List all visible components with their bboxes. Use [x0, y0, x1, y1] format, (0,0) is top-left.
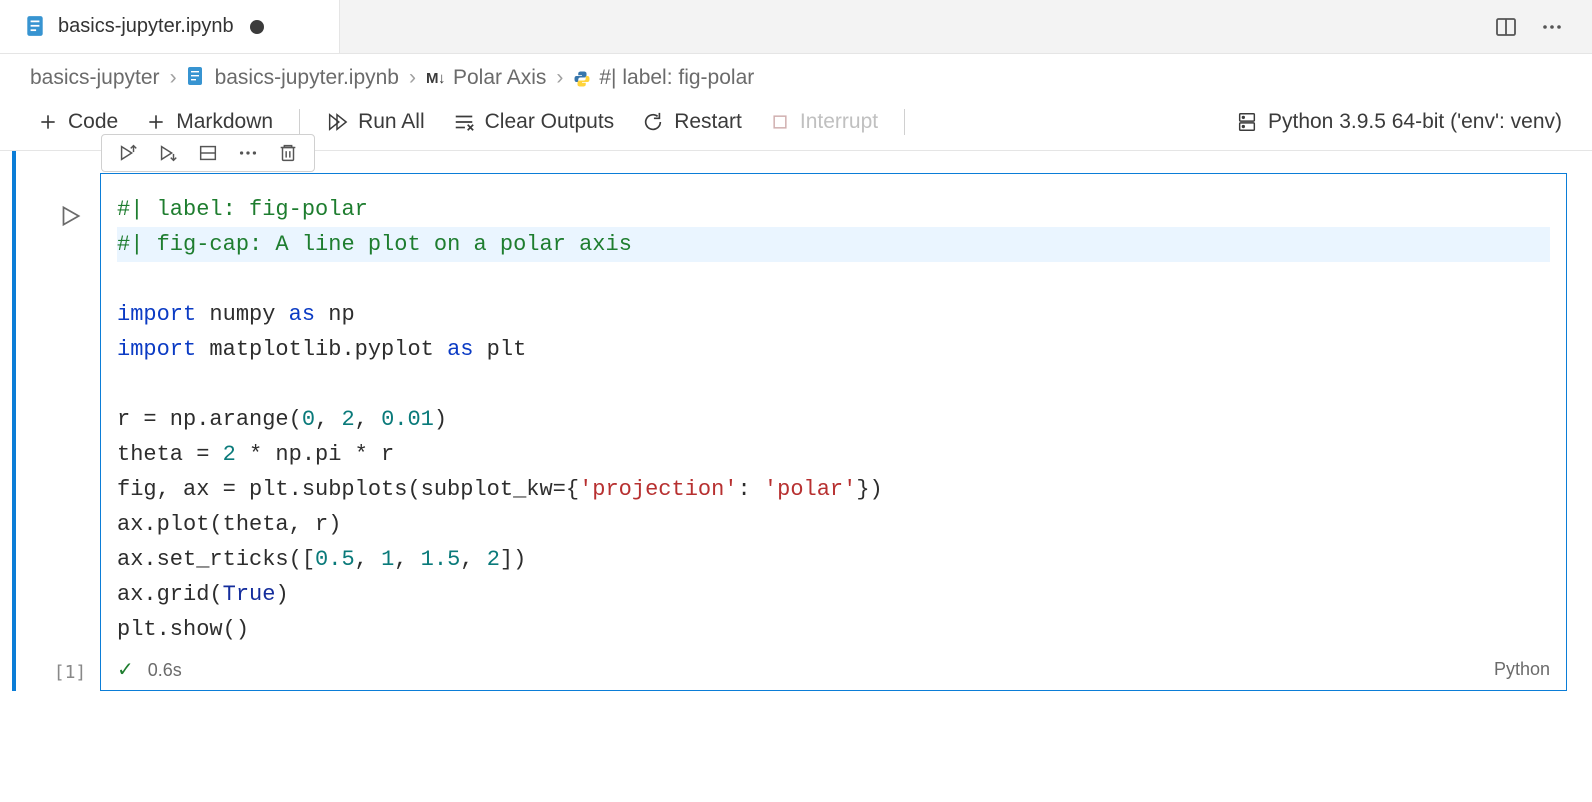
code-cell[interactable]: #| label: fig-polar#| fig-cap: A line pl…: [100, 173, 1567, 691]
interrupt-label: Interrupt: [800, 110, 878, 134]
restart-label: Restart: [674, 110, 742, 134]
python-icon: [573, 69, 591, 87]
restart-button[interactable]: Restart: [628, 106, 756, 138]
breadcrumb-folder[interactable]: basics-jupyter: [30, 66, 160, 90]
add-code-label: Code: [68, 110, 118, 134]
tab-title: basics-jupyter.ipynb: [58, 15, 234, 38]
notebook-editor: [1] #| label: fig-polar#| fig-cap: A lin…: [0, 151, 1592, 691]
run-above-icon[interactable]: [116, 141, 140, 165]
delete-cell-icon[interactable]: [276, 141, 300, 165]
split-editor-icon[interactable]: [1494, 15, 1518, 39]
editor-actions: [1494, 15, 1592, 39]
run-all-icon: [326, 111, 348, 133]
toolbar-divider: [904, 109, 905, 135]
more-actions-icon[interactable]: [1540, 15, 1564, 39]
plus-icon: [38, 112, 58, 132]
restart-icon: [642, 111, 664, 133]
run-cell-button[interactable]: [57, 203, 83, 233]
interrupt-button[interactable]: Interrupt: [756, 106, 892, 138]
interrupt-icon: [770, 112, 790, 132]
clear-outputs-label: Clear Outputs: [485, 110, 615, 134]
chevron-right-icon: ›: [170, 66, 177, 90]
breadcrumb-cell[interactable]: #| label: fig-polar: [573, 66, 754, 90]
split-cell-icon[interactable]: [196, 141, 220, 165]
breadcrumb-section[interactable]: M↓ Polar Axis: [426, 66, 546, 90]
dirty-indicator-icon: [250, 20, 264, 34]
tab-bar: basics-jupyter.ipynb: [0, 0, 1592, 54]
exec-time: 0.6s: [148, 660, 182, 680]
kernel-picker[interactable]: Python 3.9.5 64-bit ('env': venv): [1236, 110, 1572, 134]
toolbar-divider: [299, 109, 300, 135]
code-editor[interactable]: #| label: fig-polar#| fig-cap: A line pl…: [101, 174, 1566, 653]
cell-language-picker[interactable]: Python: [1494, 659, 1550, 680]
more-cell-actions-icon[interactable]: [236, 141, 260, 165]
run-all-label: Run All: [358, 110, 425, 134]
clear-outputs-icon: [453, 111, 475, 133]
cell-status-bar: ✓ 0.6s Python: [101, 653, 1566, 690]
editor-tab[interactable]: basics-jupyter.ipynb: [0, 0, 340, 53]
notebook-icon: [26, 15, 46, 39]
notebook-icon: [187, 66, 207, 90]
execution-count: [1]: [54, 662, 87, 691]
cell-toolbar: [101, 134, 315, 172]
cell-status-left: ✓ 0.6s: [117, 657, 182, 682]
add-markdown-label: Markdown: [176, 110, 273, 134]
markdown-icon: M↓: [426, 70, 445, 87]
code-cell-row: [1] #| label: fig-polar#| fig-cap: A lin…: [0, 173, 1592, 691]
run-all-button[interactable]: Run All: [312, 106, 439, 138]
chevron-right-icon: ›: [556, 66, 563, 90]
kernel-label: Python 3.9.5 64-bit ('env': venv): [1268, 110, 1562, 134]
cell-gutter: [40, 173, 100, 233]
breadcrumb: basics-jupyter › basics-jupyter.ipynb › …: [0, 54, 1592, 100]
breadcrumb-file[interactable]: basics-jupyter.ipynb: [187, 66, 399, 90]
server-icon: [1236, 111, 1258, 133]
check-icon: ✓: [117, 659, 134, 681]
run-below-icon[interactable]: [156, 141, 180, 165]
clear-outputs-button[interactable]: Clear Outputs: [439, 106, 629, 138]
chevron-right-icon: ›: [409, 66, 416, 90]
plus-icon: [146, 112, 166, 132]
